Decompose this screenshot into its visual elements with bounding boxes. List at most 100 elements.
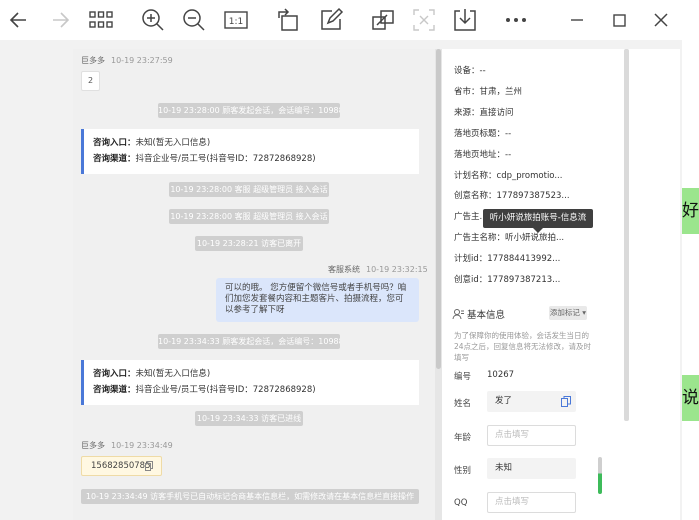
- message-time: 10-19 23:27:59: [111, 56, 173, 65]
- field-label: 性别: [454, 466, 472, 476]
- message-meta: 客服系统 10-19 23:32:15: [328, 264, 428, 275]
- rotate-icon[interactable]: [276, 7, 302, 33]
- channel-label: 咨询渠道：: [93, 154, 136, 164]
- info-value: 听小妍说旅拍...: [505, 233, 565, 243]
- side-tab[interactable]: 好: [682, 188, 699, 234]
- image-viewer-area: 巨多多 10-19 23:27:59 2 10-19 23:28:00 顾客发起会…: [0, 40, 682, 520]
- channel-value: 抖音企业号/员工号(抖音号ID：72872868928): [135, 385, 316, 395]
- info-row-landing-url: 落地页地址：--: [454, 148, 511, 160]
- advertiser-tooltip: 听小妍说旅拍账号-信息流: [483, 209, 593, 233]
- info-label: 计划id：: [454, 254, 488, 264]
- info-label: 落地页标题：: [454, 129, 506, 139]
- phone-number: 15682850785: [91, 461, 151, 471]
- info-row-advertiser-name: 广告主名称：听小妍说旅拍...: [454, 231, 564, 243]
- message-meta: 巨多多 10-19 23:34:49: [81, 440, 173, 451]
- entry-value: 未知(暂无入口信息): [135, 369, 211, 379]
- age-placeholder: 点击填写: [495, 430, 530, 440]
- system-message: 10-19 23:34:49 访客手机号已自动标记合商基本信息栏，如需修改请在基…: [81, 489, 419, 504]
- add-tag-dropdown[interactable]: 添加标记 ▾: [549, 306, 587, 320]
- info-label: 广告主名称：: [454, 233, 506, 243]
- info-value: 直接访问: [479, 108, 514, 118]
- basic-info-header: 基本信息: [452, 307, 505, 321]
- close-icon[interactable]: [648, 7, 674, 33]
- window-side-strip: 好 说: [682, 40, 699, 520]
- screenshot-icon[interactable]: [370, 7, 396, 33]
- message-bubble: 2: [81, 71, 100, 91]
- side-tab[interactable]: 说: [682, 375, 699, 421]
- copy-icon[interactable]: [145, 461, 153, 471]
- user-icon: [452, 309, 464, 320]
- info-value: 177884413992...: [487, 254, 561, 264]
- info-row-plan-id: 计划id：177884413992...: [454, 252, 560, 264]
- chat-scrollbar-thumb[interactable]: [436, 49, 441, 369]
- info-row-device: 设备：--: [454, 64, 486, 76]
- grid-view-icon[interactable]: [88, 7, 114, 33]
- zoom-out-icon[interactable]: [181, 7, 207, 33]
- info-label: 来源：: [454, 108, 480, 118]
- info-value: 177897387523...: [496, 191, 570, 201]
- message-time: 10-19 23:32:15: [366, 265, 428, 274]
- system-message: 10-19 23:28:00 客服 超级管理员 接入会话: [169, 182, 329, 197]
- screenshot-document: 巨多多 10-19 23:27:59 2 10-19 23:28:00 顾客发起会…: [73, 49, 680, 520]
- info-value: 甘肃，兰州: [479, 87, 523, 97]
- field-label: 姓名: [454, 399, 472, 409]
- system-message: 10-19 23:28:00 顾客发起会话，会话编号：10988: [158, 103, 340, 118]
- system-message: 10-19 23:34:33 访客已进线: [195, 411, 303, 426]
- name-field[interactable]: 发了: [487, 391, 576, 412]
- info-label: 设备：: [454, 66, 480, 76]
- field-label: QQ: [454, 498, 468, 508]
- sender-name: 巨多多: [81, 56, 105, 65]
- gender-value: 未知: [495, 463, 513, 473]
- info-row-creative-name: 创意名称：177897387523...: [454, 189, 570, 201]
- qq-placeholder: 点击填写: [495, 497, 530, 507]
- agent-message-bubble: 可以的哦。 您方便留个微信号或者手机号吗？咱们加您发套餐内容和主题客片、拍摄流程…: [216, 278, 419, 322]
- channel-label: 咨询渠道：: [93, 385, 136, 395]
- more-icon[interactable]: [503, 7, 529, 33]
- actual-size-label: 1:1: [229, 17, 243, 27]
- age-field[interactable]: 点击填写: [487, 425, 576, 446]
- info-value: --: [505, 129, 512, 139]
- info-value: --: [505, 150, 512, 160]
- entry-label: 咨询入口：: [93, 138, 136, 148]
- info-label: 创意名称：: [454, 191, 497, 201]
- info-row-plan-name: 计划名称：cdp_promotio...: [454, 169, 562, 181]
- consult-info-card: 咨询入口：未知(暂无入口信息) 咨询渠道：抖音企业号/员工号(抖音号ID：728…: [81, 129, 419, 174]
- phone-number-bubble: 15682850785: [81, 456, 162, 476]
- info-row-source: 来源：直接访问: [454, 106, 514, 118]
- message-time: 10-19 23:34:49: [111, 441, 173, 450]
- info-label: 落地页地址：: [454, 150, 506, 160]
- entry-label: 咨询入口：: [93, 369, 136, 379]
- consult-info-card: 咨询入口：未知(暂无入口信息) 咨询渠道：抖音企业号/员工号(抖音号ID：728…: [81, 360, 419, 405]
- message-meta: 巨多多 10-19 23:27:59: [81, 55, 173, 66]
- system-message: 10-19 23:28:21 访客已离开: [195, 236, 303, 251]
- gender-field[interactable]: 未知: [487, 458, 576, 479]
- zoom-in-icon[interactable]: [140, 7, 166, 33]
- entry-value: 未知(暂无入口信息): [135, 138, 211, 148]
- info-row-creative-id: 创意id：177897387213...: [454, 273, 560, 285]
- minimize-icon[interactable]: [564, 7, 590, 33]
- basic-info-title: 基本信息: [467, 310, 506, 321]
- name-value: 发了: [495, 396, 513, 406]
- channel-value: 抖音企业号/员工号(抖音号ID：72872868928): [135, 154, 316, 164]
- back-arrow-icon[interactable]: [6, 7, 32, 33]
- forward-arrow-icon[interactable]: [47, 7, 73, 33]
- info-value: --: [479, 66, 486, 76]
- sender-name: 巨多多: [81, 441, 105, 450]
- panel-scrollbar[interactable]: [624, 49, 629, 421]
- chat-scrollbar[interactable]: [435, 49, 442, 520]
- chat-log: 巨多多 10-19 23:27:59 2 10-19 23:28:00 顾客发起会…: [73, 49, 435, 520]
- sender-name: 客服系统: [328, 265, 360, 274]
- info-label: 广告主: [454, 212, 480, 222]
- scroll-indicator[interactable]: [598, 457, 602, 494]
- system-message: 10-19 23:34:33 顾客发起会话，会话编号：10988: [158, 334, 340, 349]
- copy-icon[interactable]: [561, 396, 571, 407]
- edit-icon[interactable]: [318, 7, 344, 33]
- download-icon[interactable]: [452, 7, 478, 33]
- visitor-info-panel: 设备：-- 省市：甘肃，兰州 来源：直接访问 落地页标题：-- 落地页地址：--…: [442, 49, 610, 520]
- actual-size-icon[interactable]: 1:1: [223, 7, 249, 33]
- info-label: 计划名称：: [454, 171, 497, 181]
- field-label: 编号: [454, 372, 472, 382]
- fullscreen-icon[interactable]: [411, 7, 437, 33]
- maximize-icon[interactable]: [606, 7, 632, 33]
- qq-field[interactable]: 点击填写: [487, 492, 576, 513]
